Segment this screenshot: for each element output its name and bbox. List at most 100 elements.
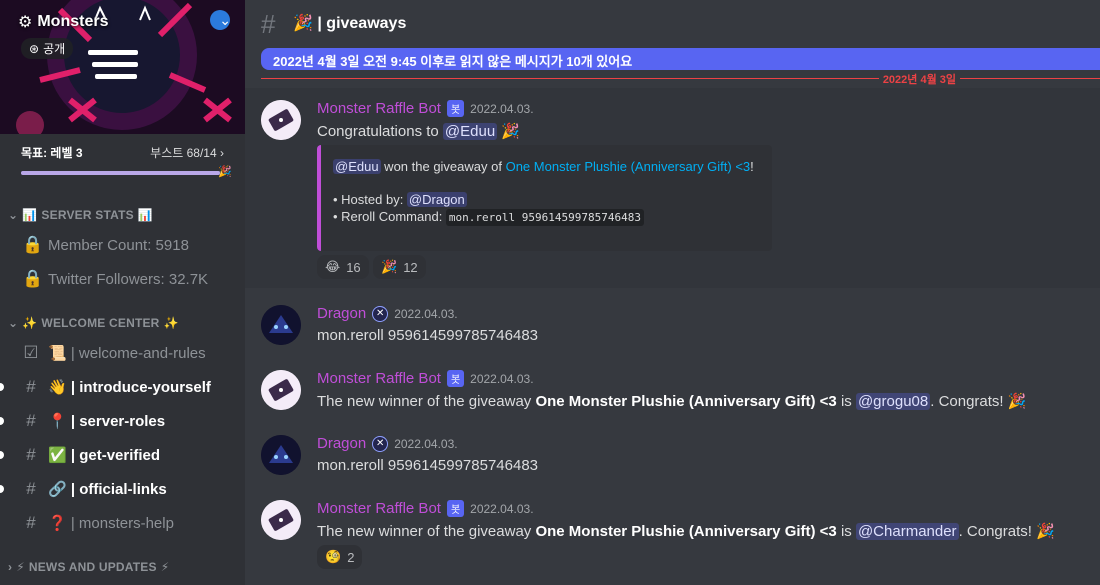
category-server-stats[interactable]: ⌄ 📊 SERVER STATS 📊: [8, 208, 153, 222]
boost-progress-bar: [21, 171, 226, 175]
avatar[interactable]: [261, 500, 301, 540]
sparkles-icon: ✨: [163, 316, 179, 330]
channel-twitter-followers[interactable]: 🔒 Twitter Followers: 32.7K: [0, 264, 245, 294]
hash-icon: #: [26, 377, 36, 396]
chart-icon: 📊: [137, 208, 153, 222]
new-messages-bar[interactable]: 2022년 4월 3일 오전 9:45 이후로 읽지 않은 메시지가 10개 있…: [261, 48, 1100, 70]
avatar[interactable]: [261, 305, 301, 345]
raffle-ticket-icon: [261, 500, 301, 540]
hash-icon: #: [26, 445, 36, 464]
hash-icon: #: [26, 513, 36, 532]
avatar[interactable]: [261, 100, 301, 140]
reaction-count: 2: [347, 549, 355, 565]
embed-winner-line: @Eduu won the giveaway of One Monster Pl…: [333, 159, 760, 174]
giveaway-link[interactable]: One Monster Plushie (Anniversary Gift) <…: [506, 159, 751, 174]
message-content: Congratulations to @Eduu 🎉: [317, 122, 520, 140]
category-label: SERVER STATS: [41, 208, 134, 222]
raffle-ticket-icon: [261, 100, 301, 140]
category-welcome-center[interactable]: ⌄ ✨ WELCOME CENTER ✨: [8, 316, 179, 330]
channel-get-verified[interactable]: # ✅ | get-verified: [0, 440, 245, 470]
category-news-and-updates[interactable]: › ⚡ NEWS AND UPDATES ⚡: [8, 560, 169, 574]
laughing-emoji-icon: 😂: [325, 259, 341, 274]
author-name[interactable]: Monster Raffle Bot: [317, 370, 441, 387]
reaction-count: 12: [403, 259, 418, 275]
checkbox-icon: ☑: [23, 343, 39, 362]
channel-label: ❓ | monsters-help: [48, 515, 174, 532]
boost-count-label: 부스트 68/14: [150, 146, 217, 160]
category-label: WELCOME CENTER: [41, 316, 160, 330]
dragon-avatar-icon: [261, 305, 301, 345]
message-text: The new winner of the giveaway: [317, 393, 536, 410]
message-header: Monster Raffle Bot 봇 2022.04.03.: [317, 500, 534, 517]
author-name[interactable]: Dragon: [317, 435, 366, 452]
message-text: . Congrats! 🎉: [930, 393, 1027, 410]
chevron-down-icon[interactable]: ⌄: [219, 12, 231, 29]
channel-member-count[interactable]: 🔒 Member Count: 5918: [0, 230, 245, 260]
unread-indicator: [0, 417, 4, 425]
boost-count[interactable]: 부스트 68/14 ›: [150, 144, 224, 161]
unread-indicator: [0, 451, 4, 459]
server-name[interactable]: ⚙ Monsters: [18, 12, 108, 32]
user-mention[interactable]: @Charmander: [855, 523, 959, 540]
user-mention[interactable]: @Eduu: [442, 123, 498, 140]
globe-icon: ⊛: [29, 41, 40, 56]
sparkles-icon: ✨: [22, 316, 38, 330]
hash-icon: #: [261, 9, 276, 39]
user-mention[interactable]: @Dragon: [406, 192, 467, 207]
channel-label: 🔗 | official-links: [48, 481, 167, 498]
embed-text: !: [750, 159, 754, 174]
author-name[interactable]: Dragon: [317, 305, 366, 322]
user-mention[interactable]: @Eduu: [333, 159, 381, 174]
message-dragon-reroll: Dragon ✕ 2022.04.03. mon.reroll 95961459…: [245, 294, 1100, 356]
channel-introduce-yourself[interactable]: # 👋 | introduce-yourself: [0, 372, 245, 402]
message-bot-new-winner: Monster Raffle Bot 봇 2022.04.03. The new…: [245, 359, 1100, 421]
avatar[interactable]: [261, 370, 301, 410]
raffle-ticket-icon: [261, 370, 301, 410]
embed-text: won the giveaway of: [380, 159, 506, 174]
message-header: Dragon ✕ 2022.04.03.: [317, 435, 458, 452]
date-divider-label: 2022년 4월 3일: [878, 71, 960, 87]
bot-tag: 봇: [446, 100, 465, 117]
bot-tag: 봇: [446, 500, 465, 517]
reaction-monocle[interactable]: 🧐 2: [317, 545, 363, 569]
lightning-icon: ⚡: [160, 560, 170, 574]
boost-progress-panel[interactable]: 목표: 레벨 3 부스트 68/14 › 🎉: [0, 134, 245, 186]
reaction-party[interactable]: 🎉 12: [373, 255, 426, 279]
embed-text: • Hosted by:: [333, 192, 407, 207]
channel-official-links[interactable]: # 🔗 | official-links: [0, 474, 245, 504]
message-content: The new winner of the giveaway One Monst…: [317, 392, 1026, 410]
embed-reroll-line: • Reroll Command: mon.reroll 95961459978…: [333, 209, 760, 226]
user-mention[interactable]: @grogu08: [855, 393, 931, 410]
chevron-right-icon: ›: [220, 146, 224, 160]
chevron-down-icon: ⌄: [8, 316, 19, 330]
message-header: Dragon ✕ 2022.04.03.: [317, 305, 458, 322]
channel-sidebar: ⚙ Monsters ⌄ ⊛ 공개 목표: 레벨 3 부스트 68/14 › 🎉…: [0, 0, 245, 585]
timestamp: 2022.04.03.: [470, 371, 534, 386]
unread-indicator: [0, 383, 4, 391]
channel-label: 📜 | welcome-and-rules: [48, 345, 206, 362]
author-name[interactable]: Monster Raffle Bot: [317, 500, 441, 517]
moderator-badge-icon: ✕: [372, 435, 389, 452]
embed-text: • Reroll Command:: [333, 209, 446, 224]
channel-server-roles[interactable]: # 📍 | server-roles: [0, 406, 245, 436]
boost-goal: 목표: 레벨 3: [21, 146, 83, 160]
server-banner[interactable]: ⚙ Monsters ⌄ ⊛ 공개: [0, 0, 245, 134]
reroll-command-code: mon.reroll 959614599785746483: [445, 209, 644, 226]
reaction-count: 16: [346, 259, 361, 275]
message-bot-new-winner: Monster Raffle Bot 봇 2022.04.03. The new…: [245, 489, 1100, 585]
date-divider: 2022년 4월 3일: [261, 71, 1100, 87]
channel-label: 👋 | introduce-yourself: [48, 379, 211, 396]
channel-monsters-help[interactable]: # ❓ | monsters-help: [0, 508, 245, 538]
channel-welcome-and-rules[interactable]: ☑ 📜 | welcome-and-rules: [0, 338, 245, 368]
avatar[interactable]: [261, 435, 301, 475]
discord-window: ⚙ Monsters ⌄ ⊛ 공개 목표: 레벨 3 부스트 68/14 › 🎉…: [0, 0, 1100, 585]
message-text: Congratulations to: [317, 123, 443, 140]
author-name[interactable]: Monster Raffle Bot: [317, 100, 441, 117]
timestamp: 2022.04.03.: [394, 306, 458, 321]
lightning-icon: ⚡: [16, 560, 25, 574]
reaction-laughing[interactable]: 😂 16: [317, 255, 369, 279]
channel-label: Twitter Followers: 32.7K: [48, 270, 209, 288]
timestamp: 2022.04.03.: [470, 501, 534, 516]
chevron-down-icon: ⌄: [8, 208, 19, 222]
server-name-label: Monsters: [37, 13, 109, 30]
